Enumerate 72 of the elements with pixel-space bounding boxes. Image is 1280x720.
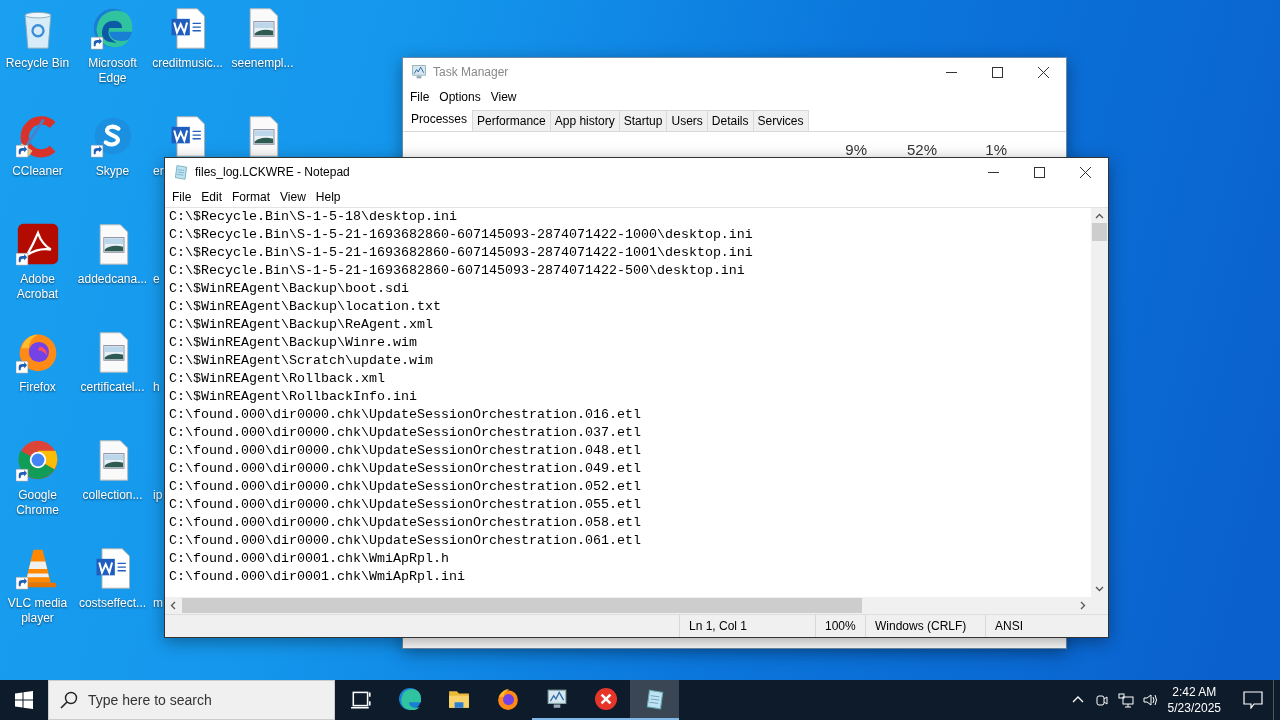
menu-item[interactable]: View: [485, 89, 522, 104]
monitor-icon: [411, 64, 427, 80]
chrome-icon[interactable]: [15, 438, 60, 482]
search-icon: [60, 691, 78, 709]
text-line: C:\found.000\dir0001.chk\WmiApRpl.h: [169, 550, 449, 568]
scroll-down-icon[interactable]: [1095, 584, 1104, 593]
edge-icon: [398, 688, 421, 710]
text-line: C:\found.000\dir0000.chk\UpdateSessionOrchestration.048.etl: [169, 442, 641, 460]
window-title: files_log.LCKWRE - Notepad: [195, 165, 351, 179]
status-text: Ln 1, Col 1: [679, 615, 815, 637]
column-header[interactable]: 9%: [827, 141, 867, 158]
menu-item[interactable]: Options: [434, 89, 486, 104]
firefox-icon: [496, 688, 519, 710]
maximize-icon[interactable]: [1033, 166, 1045, 178]
text-line: C:\found.000\dir0000.chk\UpdateSessionOrchestration.058.etl: [169, 514, 641, 532]
text-line: C:\found.000\dir0000.chk\UpdateSessionOrchestration.037.etl: [169, 424, 641, 442]
taskbar-button[interactable]: [630, 680, 679, 720]
acrobat-icon[interactable]: [15, 222, 60, 266]
scrollbar-thumb[interactable]: [182, 598, 862, 613]
text-line: C:\$WinREAgent\Backup\location.txt: [169, 298, 441, 316]
column-header[interactable]: 1%: [937, 141, 1007, 158]
windows-logo-icon[interactable]: [15, 691, 33, 709]
status-text: 100%: [815, 615, 865, 637]
menu-item[interactable]: View: [275, 189, 311, 204]
maximize-icon[interactable]: [991, 66, 1003, 78]
tab[interactable]: App history: [549, 110, 620, 131]
scroll-left-icon[interactable]: [169, 601, 178, 610]
text-line: C:\$Recycle.Bin\S-1-5-21-1693682860-607145093-2874071422-500\desktop.ini: [169, 262, 745, 280]
scroll-up-icon[interactable]: [1095, 212, 1104, 221]
window-title: Task Manager: [433, 65, 510, 79]
text-line: C:\$WinREAgent\Backup\Winre.wim: [169, 334, 417, 352]
text-line: C:\found.000\dir0000.chk\UpdateSessionOrchestration.061.etl: [169, 532, 641, 550]
notepad-icon: [173, 164, 189, 180]
text-line: C:\$WinREAgent\Backup\ReAgent.xml: [169, 316, 433, 334]
text-line: C:\found.000\dir0000.chk\UpdateSessionOrchestration.016.etl: [169, 406, 641, 424]
search-field[interactable]: Type here to search: [48, 680, 335, 720]
menu-item[interactable]: Edit: [196, 189, 228, 204]
vertical-scrollbar[interactable]: [1091, 208, 1108, 597]
tab[interactable]: Users: [666, 110, 708, 131]
tab[interactable]: Services: [752, 110, 809, 131]
text-line: C:\$WinREAgent\Rollback.xml: [169, 370, 385, 388]
close-icon[interactable]: [1037, 66, 1049, 78]
text-line: C:\found.000\dir0001.chk\WmiApRpl.ini: [169, 568, 465, 586]
scrollbar-thumb[interactable]: [1092, 223, 1107, 241]
folder-icon: [447, 688, 470, 710]
text-line: C:\$WinREAgent\RollbackInfo.ini: [169, 388, 417, 406]
horizontal-scrollbar[interactable]: [165, 597, 1091, 614]
clock-time[interactable]: 2:42 AM: [1172, 684, 1217, 700]
monitor-icon: [545, 688, 568, 710]
text-line: C:\found.000\dir0000.chk\UpdateSessionOrchestration.049.etl: [169, 460, 641, 478]
scroll-right-icon[interactable]: [1078, 601, 1087, 610]
status-text: ANSI: [985, 615, 1108, 637]
tab[interactable]: Startup: [618, 110, 668, 131]
status-text: Windows (CRLF): [865, 615, 985, 637]
menu-item[interactable]: File: [167, 189, 197, 204]
text-line: C:\$WinREAgent\Backup\boot.sdi: [169, 280, 409, 298]
edge-icon[interactable]: [90, 6, 135, 50]
menu-item[interactable]: Format: [227, 189, 276, 204]
text-line: C:\$Recycle.Bin\S-1-5-21-1693682860-607145093-2874071422-1000\desktop.ini: [169, 226, 753, 244]
error-icon: [594, 688, 617, 710]
column-header[interactable]: 52%: [867, 141, 937, 158]
menu-item[interactable]: File: [405, 89, 435, 104]
menu-item[interactable]: Help: [310, 189, 346, 204]
tab[interactable]: Performance: [472, 110, 551, 131]
clock-date[interactable]: 5/23/2025: [1167, 700, 1221, 716]
text-line: C:\found.000\dir0000.chk\UpdateSessionOrchestration.055.etl: [169, 496, 641, 514]
tab[interactable]: Details: [706, 110, 754, 131]
text-line: C:\$Recycle.Bin\S-1-5-18\desktop.ini: [169, 208, 457, 226]
close-icon[interactable]: [1079, 166, 1091, 178]
text-line: C:\$Recycle.Bin\S-1-5-21-1693682860-607145093-2874071422-1001\desktop.ini: [169, 244, 753, 262]
text-line: C:\found.000\dir0000.chk\UpdateSessionOrchestration.052.etl: [169, 478, 641, 496]
text-line: C:\$WinREAgent\Scratch\update.wim: [169, 352, 433, 370]
